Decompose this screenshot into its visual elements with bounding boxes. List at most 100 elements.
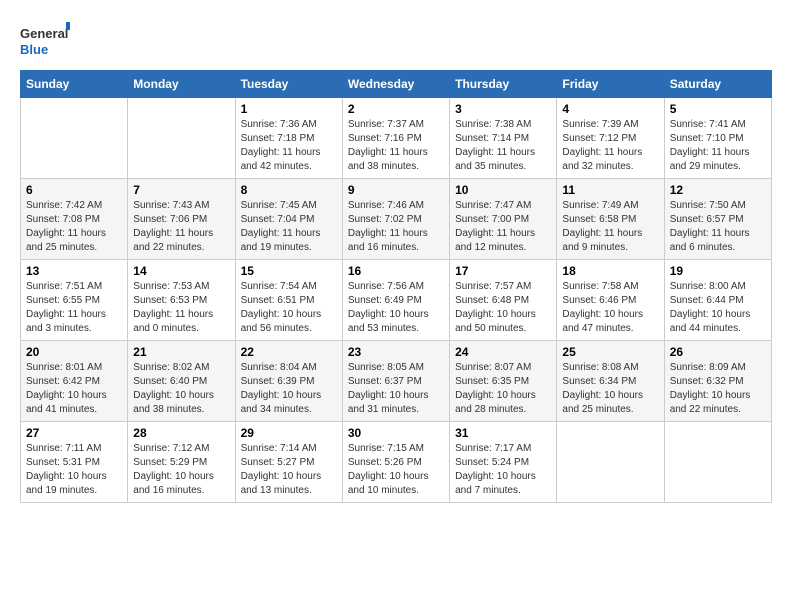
calendar-cell: 31 Sunrise: 7:17 AMSunset: 5:24 PMDayligh…: [450, 422, 557, 503]
calendar-cell: 8 Sunrise: 7:45 AMSunset: 7:04 PMDaylight…: [235, 179, 342, 260]
calendar-cell: 22Sunrise: 8:04 AMSunset: 6:39 PMDayligh…: [235, 341, 342, 422]
calendar-cell: 21Sunrise: 8:02 AMSunset: 6:40 PMDayligh…: [128, 341, 235, 422]
day-number: 6: [26, 183, 122, 197]
day-info: Sunrise: 7:47 AMSunset: 7:00 PMDaylight:…: [455, 199, 551, 255]
day-info: Sunrise: 7:36 AMSunset: 7:18 PMDaylight:…: [241, 118, 337, 174]
day-number: 13: [26, 264, 122, 278]
weekday-header-friday: Friday: [557, 71, 664, 98]
calendar-cell: 30 Sunrise: 7:15 AMSunset: 5:26 PMDayligh…: [342, 422, 449, 503]
day-number: 12: [670, 183, 766, 197]
day-info: Sunrise: 8:07 AMSunset: 6:35 PMDaylight:…: [455, 361, 551, 417]
day-info: Sunrise: 8:00 AMSunset: 6:44 PMDaylight:…: [670, 280, 766, 336]
calendar-table: SundayMondayTuesdayWednesdayThursdayFrid…: [20, 70, 772, 503]
day-info: Sunrise: 7:14 AMSunset: 5:27 PMDaylight:…: [241, 442, 337, 498]
day-number: 1: [241, 102, 337, 116]
weekday-header-wednesday: Wednesday: [342, 71, 449, 98]
calendar-cell: 29 Sunrise: 7:14 AMSunset: 5:27 PMDayligh…: [235, 422, 342, 503]
day-number: 2: [348, 102, 444, 116]
calendar-cell: 27 Sunrise: 7:11 AMSunset: 5:31 PMDayligh…: [21, 422, 128, 503]
calendar-cell: 23 Sunrise: 8:05 AMSunset: 6:37 PMDayligh…: [342, 341, 449, 422]
day-number: 16: [348, 264, 444, 278]
week-row-5: 27 Sunrise: 7:11 AMSunset: 5:31 PMDayligh…: [21, 422, 772, 503]
week-row-1: 1 Sunrise: 7:36 AMSunset: 7:18 PMDaylight…: [21, 98, 772, 179]
calendar-cell: 12 Sunrise: 7:50 AMSunset: 6:57 PMDayligh…: [664, 179, 771, 260]
weekday-header-monday: Monday: [128, 71, 235, 98]
day-info: Sunrise: 7:41 AMSunset: 7:10 PMDaylight:…: [670, 118, 766, 174]
calendar-cell: 16Sunrise: 7:56 AMSunset: 6:49 PMDayligh…: [342, 260, 449, 341]
week-row-4: 20Sunrise: 8:01 AMSunset: 6:42 PMDayligh…: [21, 341, 772, 422]
day-number: 8: [241, 183, 337, 197]
day-number: 5: [670, 102, 766, 116]
page-header: General Blue: [20, 20, 772, 60]
day-number: 4: [562, 102, 658, 116]
day-info: Sunrise: 8:08 AMSunset: 6:34 PMDaylight:…: [562, 361, 658, 417]
calendar-cell: 24 Sunrise: 8:07 AMSunset: 6:35 PMDayligh…: [450, 341, 557, 422]
calendar-cell: 26Sunrise: 8:09 AMSunset: 6:32 PMDayligh…: [664, 341, 771, 422]
calendar-cell: 19 Sunrise: 8:00 AMSunset: 6:44 PMDayligh…: [664, 260, 771, 341]
weekday-header-sunday: Sunday: [21, 71, 128, 98]
calendar-cell: 18Sunrise: 7:58 AMSunset: 6:46 PMDayligh…: [557, 260, 664, 341]
calendar-cell: 10 Sunrise: 7:47 AMSunset: 7:00 PMDayligh…: [450, 179, 557, 260]
day-info: Sunrise: 8:05 AMSunset: 6:37 PMDaylight:…: [348, 361, 444, 417]
day-number: 23: [348, 345, 444, 359]
calendar-cell: 5 Sunrise: 7:41 AMSunset: 7:10 PMDaylight…: [664, 98, 771, 179]
calendar-cell: 14Sunrise: 7:53 AMSunset: 6:53 PMDayligh…: [128, 260, 235, 341]
calendar-cell: 20Sunrise: 8:01 AMSunset: 6:42 PMDayligh…: [21, 341, 128, 422]
svg-text:Blue: Blue: [20, 42, 48, 57]
day-info: Sunrise: 7:53 AMSunset: 6:53 PMDaylight:…: [133, 280, 229, 336]
week-row-2: 6 Sunrise: 7:42 AMSunset: 7:08 PMDaylight…: [21, 179, 772, 260]
day-info: Sunrise: 7:45 AMSunset: 7:04 PMDaylight:…: [241, 199, 337, 255]
calendar-cell: 17Sunrise: 7:57 AMSunset: 6:48 PMDayligh…: [450, 260, 557, 341]
calendar-cell: 2Sunrise: 7:37 AMSunset: 7:16 PMDaylight…: [342, 98, 449, 179]
calendar-cell: [664, 422, 771, 503]
day-info: Sunrise: 7:51 AMSunset: 6:55 PMDaylight:…: [26, 280, 122, 336]
calendar-cell: 7 Sunrise: 7:43 AMSunset: 7:06 PMDaylight…: [128, 179, 235, 260]
calendar-cell: 9 Sunrise: 7:46 AMSunset: 7:02 PMDaylight…: [342, 179, 449, 260]
day-number: 31: [455, 426, 551, 440]
calendar-cell: 4 Sunrise: 7:39 AMSunset: 7:12 PMDaylight…: [557, 98, 664, 179]
weekday-header-thursday: Thursday: [450, 71, 557, 98]
day-number: 29: [241, 426, 337, 440]
day-info: Sunrise: 7:49 AMSunset: 6:58 PMDaylight:…: [562, 199, 658, 255]
day-info: Sunrise: 7:50 AMSunset: 6:57 PMDaylight:…: [670, 199, 766, 255]
day-number: 27: [26, 426, 122, 440]
day-info: Sunrise: 7:46 AMSunset: 7:02 PMDaylight:…: [348, 199, 444, 255]
day-info: Sunrise: 7:12 AMSunset: 5:29 PMDaylight:…: [133, 442, 229, 498]
day-number: 7: [133, 183, 229, 197]
calendar-cell: [557, 422, 664, 503]
day-number: 10: [455, 183, 551, 197]
calendar-cell: 6 Sunrise: 7:42 AMSunset: 7:08 PMDaylight…: [21, 179, 128, 260]
day-number: 15: [241, 264, 337, 278]
calendar-cell: 25 Sunrise: 8:08 AMSunset: 6:34 PMDayligh…: [557, 341, 664, 422]
day-number: 26: [670, 345, 766, 359]
day-number: 28: [133, 426, 229, 440]
svg-text:General: General: [20, 26, 68, 41]
day-info: Sunrise: 7:17 AMSunset: 5:24 PMDaylight:…: [455, 442, 551, 498]
day-info: Sunrise: 7:38 AMSunset: 7:14 PMDaylight:…: [455, 118, 551, 174]
day-info: Sunrise: 7:42 AMSunset: 7:08 PMDaylight:…: [26, 199, 122, 255]
day-number: 9: [348, 183, 444, 197]
logo: General Blue: [20, 20, 70, 60]
day-number: 30: [348, 426, 444, 440]
day-number: 24: [455, 345, 551, 359]
day-number: 25: [562, 345, 658, 359]
day-number: 20: [26, 345, 122, 359]
day-info: Sunrise: 7:11 AMSunset: 5:31 PMDaylight:…: [26, 442, 122, 498]
day-info: Sunrise: 7:39 AMSunset: 7:12 PMDaylight:…: [562, 118, 658, 174]
day-number: 3: [455, 102, 551, 116]
calendar-cell: [21, 98, 128, 179]
week-row-3: 13 Sunrise: 7:51 AMSunset: 6:55 PMDayligh…: [21, 260, 772, 341]
day-number: 18: [562, 264, 658, 278]
day-number: 17: [455, 264, 551, 278]
calendar-cell: 3 Sunrise: 7:38 AMSunset: 7:14 PMDaylight…: [450, 98, 557, 179]
day-number: 19: [670, 264, 766, 278]
calendar-cell: 11Sunrise: 7:49 AMSunset: 6:58 PMDayligh…: [557, 179, 664, 260]
day-info: Sunrise: 7:43 AMSunset: 7:06 PMDaylight:…: [133, 199, 229, 255]
weekday-header-saturday: Saturday: [664, 71, 771, 98]
day-info: Sunrise: 7:15 AMSunset: 5:26 PMDaylight:…: [348, 442, 444, 498]
calendar-cell: 13 Sunrise: 7:51 AMSunset: 6:55 PMDayligh…: [21, 260, 128, 341]
day-info: Sunrise: 8:02 AMSunset: 6:40 PMDaylight:…: [133, 361, 229, 417]
calendar-cell: 1 Sunrise: 7:36 AMSunset: 7:18 PMDaylight…: [235, 98, 342, 179]
calendar-cell: [128, 98, 235, 179]
day-number: 22: [241, 345, 337, 359]
